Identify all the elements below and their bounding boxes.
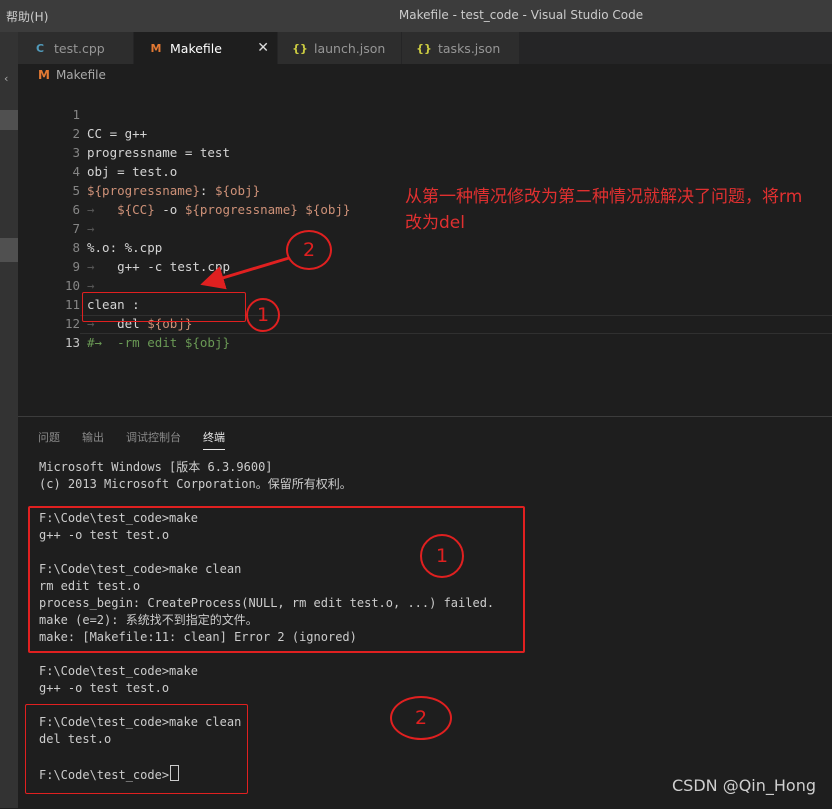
- annotation-marker-two: 2: [390, 696, 452, 740]
- terminal-header: Microsoft Windows [版本 6.3.9600] (c) 2013…: [39, 460, 352, 491]
- tab-debug-console[interactable]: 调试控制台: [126, 429, 181, 450]
- arrow-to-line-11: [200, 256, 290, 290]
- tab-output[interactable]: 输出: [82, 429, 104, 450]
- annotation-box-case-one: [28, 506, 525, 653]
- annotation-marker-one: 1: [420, 534, 464, 578]
- tab-terminal[interactable]: 终端: [203, 429, 225, 450]
- watermark: CSDN @Qin_Hong: [672, 776, 816, 795]
- annotation-box-case-two: [25, 704, 248, 794]
- terminal-block-two: F:\Code\test_code>make g++ -o test test.…: [39, 664, 198, 695]
- tab-problems[interactable]: 问题: [38, 429, 60, 450]
- panel-tabs: 问题 输出 调试控制台 终端: [38, 429, 247, 450]
